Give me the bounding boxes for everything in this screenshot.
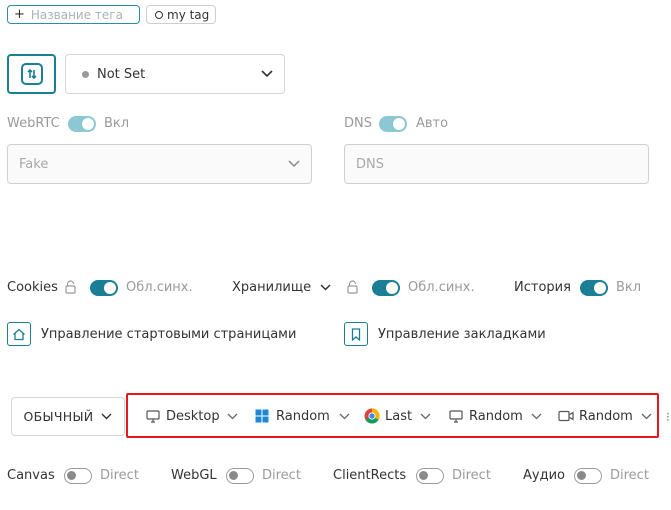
fingerprint-mode-select[interactable]: ОБЫЧНЫЙ	[11, 397, 125, 436]
add-tag-input[interactable]: + Название тега	[7, 5, 140, 24]
history-toggle[interactable]	[580, 280, 608, 296]
cookies-label: Cookies	[7, 280, 58, 295]
chevron-down-icon	[101, 413, 112, 420]
canvas-mode: Direct	[100, 468, 139, 483]
webgl-toggle[interactable]	[226, 468, 254, 484]
media-devices-value: Random	[579, 408, 633, 424]
webgl-label: WebGL	[171, 468, 217, 483]
plus-icon: +	[14, 7, 25, 22]
chrome-icon	[364, 408, 380, 424]
media-devices-select[interactable]: Random	[558, 405, 652, 427]
device-type-select[interactable]: Desktop	[146, 405, 238, 427]
swap-vertical-icon	[20, 63, 43, 85]
screen-select[interactable]: Random	[449, 405, 542, 427]
proxy-select-value: Not Set	[97, 66, 146, 82]
chevron-down-icon	[288, 160, 300, 168]
chevron-down-icon	[420, 413, 431, 419]
clientrects-mode: Direct	[452, 468, 491, 483]
chevron-down-icon	[531, 413, 542, 419]
add-tag-placeholder: Название тега	[30, 7, 123, 22]
storage-dropdown[interactable]: Хранилище	[232, 280, 331, 295]
dns-toggle-label: Авто	[416, 116, 449, 131]
home-icon	[7, 322, 31, 346]
os-select[interactable]: Random	[255, 405, 350, 427]
lock-open-icon	[347, 280, 358, 294]
proxy-swap-button[interactable]	[7, 54, 56, 94]
device-type-value: Desktop	[166, 408, 220, 424]
screen-value: Random	[469, 408, 523, 424]
storage-label: Хранилище	[232, 280, 312, 295]
dns-input[interactable]: DNS	[344, 144, 649, 184]
webrtc-select[interactable]: Fake	[7, 144, 312, 184]
cookies-toggle[interactable]	[90, 280, 118, 296]
status-dot-icon	[82, 70, 89, 78]
bookmark-icon	[344, 322, 368, 346]
clientrects-label: ClientRects	[333, 468, 407, 483]
chevron-down-icon	[261, 70, 273, 78]
webrtc-label: WebRTC	[7, 116, 60, 131]
start-pages-label: Управление стартовыми страницами	[41, 326, 297, 342]
audio-label: Аудио	[523, 468, 565, 483]
start-pages-link[interactable]: Управление стартовыми страницами	[7, 322, 296, 346]
bookmarks-label: Управление закладками	[378, 326, 546, 342]
clientrects-toggle[interactable]	[416, 468, 444, 484]
video-camera-icon	[558, 410, 574, 422]
dns-input-placeholder: DNS	[356, 156, 384, 172]
monitor-icon	[146, 409, 160, 423]
windows-icon	[255, 409, 269, 423]
webrtc-select-value: Fake	[19, 156, 49, 172]
canvas-toggle[interactable]	[64, 468, 92, 484]
bookmarks-link[interactable]: Управление закладками	[344, 322, 546, 346]
os-value: Random	[276, 408, 330, 424]
storage-mode: Обл.синх.	[408, 280, 475, 295]
webrtc-toggle-label: Вкл	[104, 116, 130, 131]
chevron-down-icon	[227, 413, 238, 419]
canvas-label: Canvas	[7, 468, 55, 483]
tag-chip[interactable]: my tag	[146, 5, 216, 24]
storage-toggle[interactable]	[372, 280, 400, 296]
audio-toggle[interactable]	[574, 468, 602, 484]
cookies-mode: Обл.синх.	[126, 280, 193, 295]
browser-version-value: Last	[385, 408, 413, 424]
tag-chip-label: my tag	[167, 7, 210, 22]
webrtc-toggle[interactable]	[68, 116, 96, 132]
history-label: История	[514, 280, 571, 295]
browser-version-select[interactable]: Last	[364, 405, 431, 427]
chevron-down-icon	[320, 284, 331, 291]
dns-toggle[interactable]	[379, 116, 407, 132]
chevron-down-icon	[339, 413, 350, 419]
webgl-mode: Direct	[262, 468, 301, 483]
more-icon[interactable]: ⁝	[666, 410, 670, 424]
audio-mode: Direct	[610, 468, 649, 483]
monitor-icon	[449, 409, 463, 423]
tag-circle-icon	[155, 10, 163, 19]
chevron-down-icon	[641, 413, 652, 419]
dns-label: DNS	[344, 116, 372, 131]
history-mode: Вкл	[616, 280, 642, 295]
proxy-select[interactable]: Not Set	[65, 54, 285, 94]
lock-open-icon	[65, 280, 76, 294]
fingerprint-mode-value: ОБЫЧНЫЙ	[23, 409, 94, 424]
